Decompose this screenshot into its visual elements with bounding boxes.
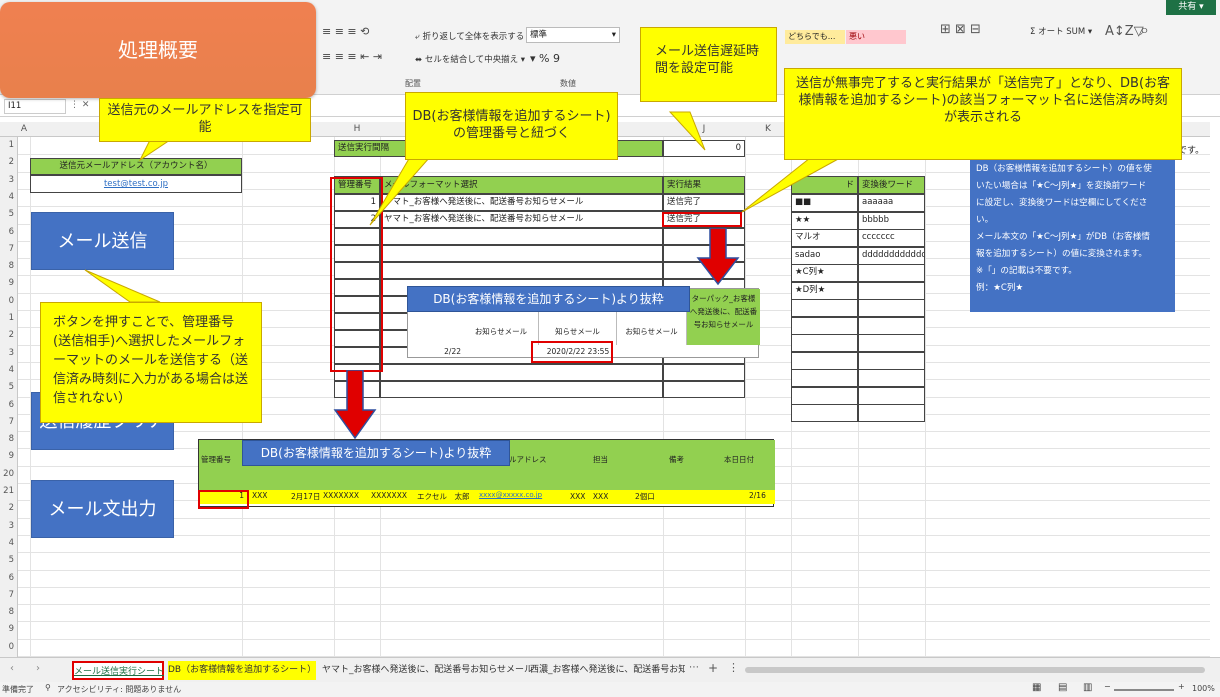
callout-button: ボタンを押すことで、管理番号(送信相手)へ選択したメールフォーマットのメールを送…	[40, 302, 262, 423]
tab-db-sheet[interactable]: DB（お客様情報を追加するシート）	[168, 661, 316, 680]
callout-complete: 送信が無事完了すると実行結果が「送信完了」となり、DB(お客様情報を追加するシー…	[784, 68, 1182, 160]
zoom-out-icon[interactable]: −	[1104, 682, 1111, 691]
callout-sender: 送信元のメールアドレスを指定可能	[99, 98, 311, 142]
tab-seino-sheet[interactable]: 西濃_お客様へ発送後に、配送番号お知	[530, 661, 685, 680]
tab-scroll-prev-icon[interactable]: ‹	[10, 663, 14, 674]
sheet-tabs: ‹ › メール送信実行シート DB（お客様情報を追加するシート） ヤマト_お客様…	[0, 657, 1220, 682]
tab-yamato-sheet[interactable]: ヤマト_お客様へ発送後に、配送番号お知らせメール	[322, 661, 533, 680]
zoom-in-icon[interactable]: +	[1178, 682, 1185, 691]
tab-scroll-next-icon[interactable]: ›	[36, 663, 40, 674]
view-pagelayout-icon[interactable]: ▤	[1058, 682, 1067, 693]
tab-send-sheet[interactable]: メール送信実行シート	[72, 661, 164, 680]
add-sheet-icon[interactable]: +	[708, 661, 718, 675]
callout-db-link: DB(お客様情報を追加するシート)の管理番号と紐づく	[405, 92, 618, 160]
view-pagebreak-icon[interactable]: ▥	[1083, 682, 1092, 693]
zoom-level: 100%	[1192, 684, 1215, 693]
callout-delay: メール送信遅延時間を設定可能	[640, 27, 777, 102]
status-ready: 準備完了	[2, 685, 34, 694]
accessibility-icon: ⚲	[45, 683, 51, 692]
horizontal-scrollbar[interactable]	[745, 667, 1205, 673]
zoom-slider[interactable]	[1114, 689, 1174, 691]
view-normal-icon[interactable]: ▦	[1032, 682, 1041, 693]
status-bar: 準備完了 ⚲ アクセシビリティ: 問題ありません ▦ ▤ ▥ − + 100%	[0, 682, 1220, 697]
tab-options-icon[interactable]: ⋮	[728, 661, 739, 674]
more-tabs-icon[interactable]: ⋯	[689, 662, 699, 673]
status-accessibility[interactable]: アクセシビリティ: 問題ありません	[57, 684, 181, 695]
